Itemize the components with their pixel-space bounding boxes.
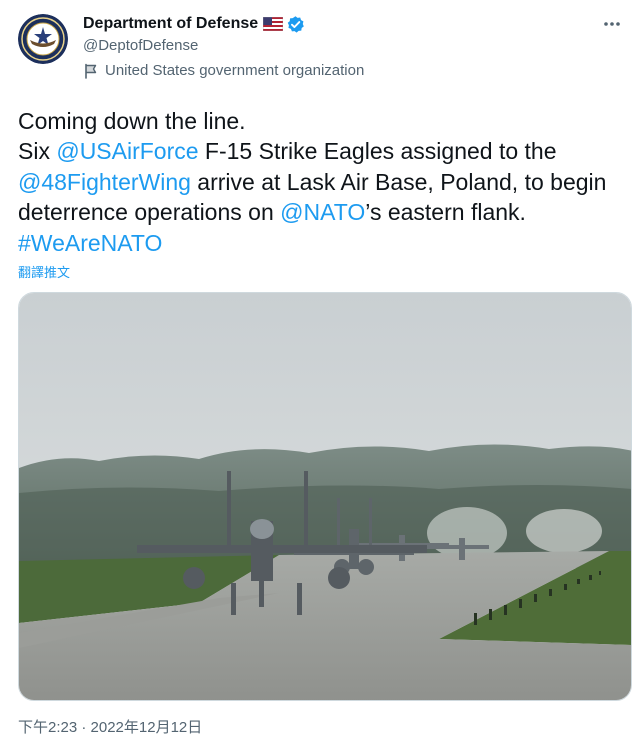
tweet-text-segment: Six	[18, 138, 57, 165]
us-flag-icon	[262, 16, 284, 32]
avatar[interactable]	[18, 14, 68, 64]
handle[interactable]: @DeptofDefense	[83, 37, 305, 57]
name-row: Department of Defense	[83, 14, 305, 34]
affiliation-text: United States government organization	[105, 62, 365, 79]
hashtag-wearenato[interactable]: #WeAreNATO	[18, 230, 162, 256]
author-header: Department of Defense @DeptofDefense	[83, 14, 305, 57]
tweet-line-1: Coming down the line.	[18, 108, 246, 134]
tweet-card: Department of Defense @DeptofDefense Uni…	[0, 0, 644, 736]
verified-badge-icon	[286, 15, 305, 34]
tweet-photo[interactable]	[18, 292, 632, 701]
tweet-text-segment: ’s eastern flank.	[365, 199, 526, 226]
tweet-text-segment: F-15 Strike Eagles assigned to the	[198, 138, 557, 165]
more-options-button[interactable]	[600, 12, 624, 36]
mention-48fighterwing[interactable]: @48FighterWing	[18, 169, 191, 195]
translate-tweet-link[interactable]: 翻譯推文	[18, 262, 70, 281]
affiliation-label: United States government organization	[83, 62, 364, 79]
f15-jets-photo	[19, 293, 631, 700]
mention-usairforce[interactable]: @USAirForce	[56, 138, 198, 164]
dod-seal-icon	[18, 14, 68, 64]
tweet-text: Coming down the line. Six @USAirForce F-…	[18, 106, 624, 258]
mention-nato[interactable]: @NATO	[280, 199, 365, 225]
flag-outline-icon	[85, 63, 97, 79]
tweet-timestamp[interactable]: 下午2:23 · 2022年12月12日	[18, 716, 202, 737]
more-dots-icon	[604, 22, 620, 26]
display-name[interactable]: Department of Defense	[83, 15, 258, 33]
